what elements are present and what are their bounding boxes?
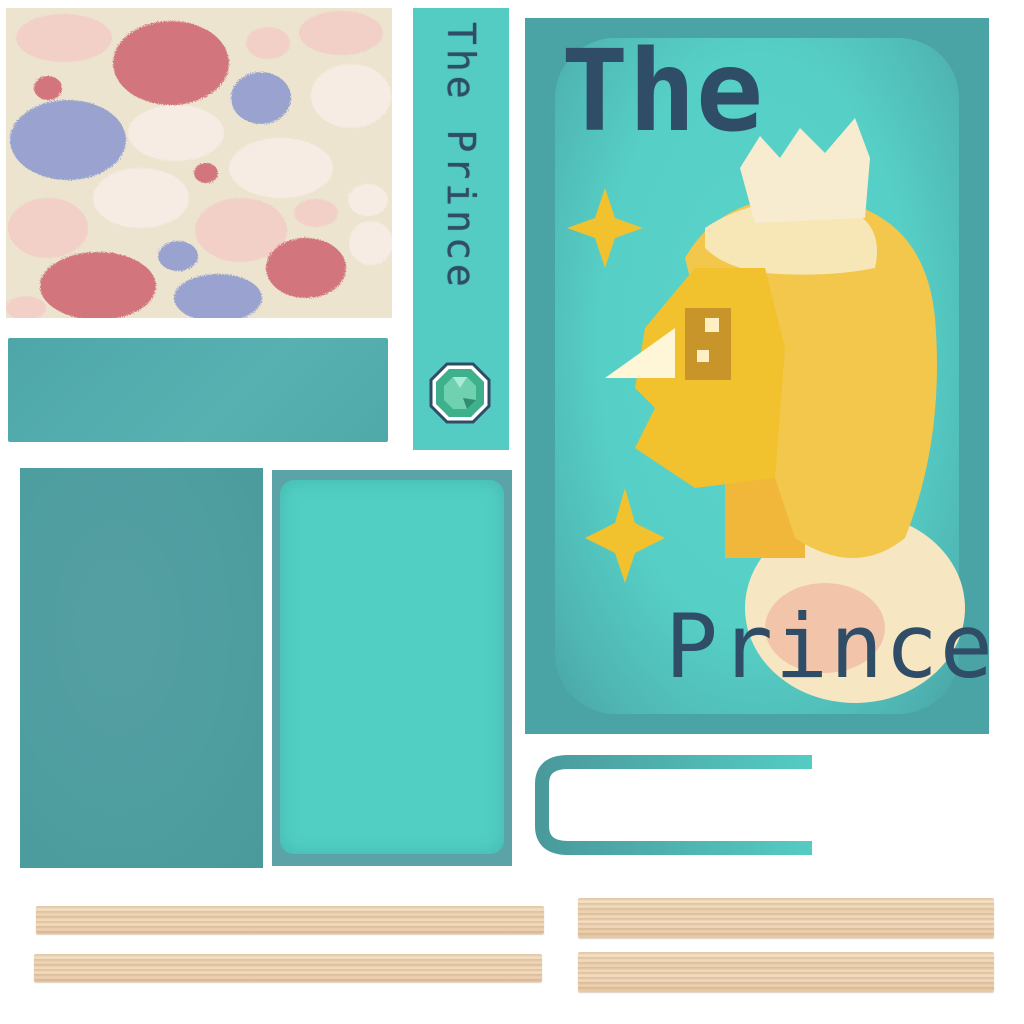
wood-slat xyxy=(578,952,994,992)
sparkle-icon xyxy=(567,188,643,268)
inner-cover-panel xyxy=(272,470,512,866)
spotted-pattern-tile xyxy=(6,8,392,318)
cover-title-line-2: Prince xyxy=(665,595,989,698)
bookmark-bracket xyxy=(535,755,812,855)
teal-strip-panel xyxy=(8,338,388,442)
book-spine: The Prince xyxy=(413,8,509,450)
spots-art xyxy=(6,11,392,318)
inner-cover-highlight xyxy=(280,480,504,854)
cover-title-line-1: The xyxy=(561,27,764,157)
spine-title: The Prince xyxy=(439,22,483,291)
wood-slat xyxy=(34,954,542,982)
wood-slat xyxy=(578,898,994,938)
emerald-gem-icon xyxy=(429,362,491,424)
front-cover: The Prince xyxy=(525,18,989,734)
back-cover-panel xyxy=(20,468,263,868)
wood-slat xyxy=(36,906,544,934)
sparkle-icon xyxy=(585,488,665,583)
